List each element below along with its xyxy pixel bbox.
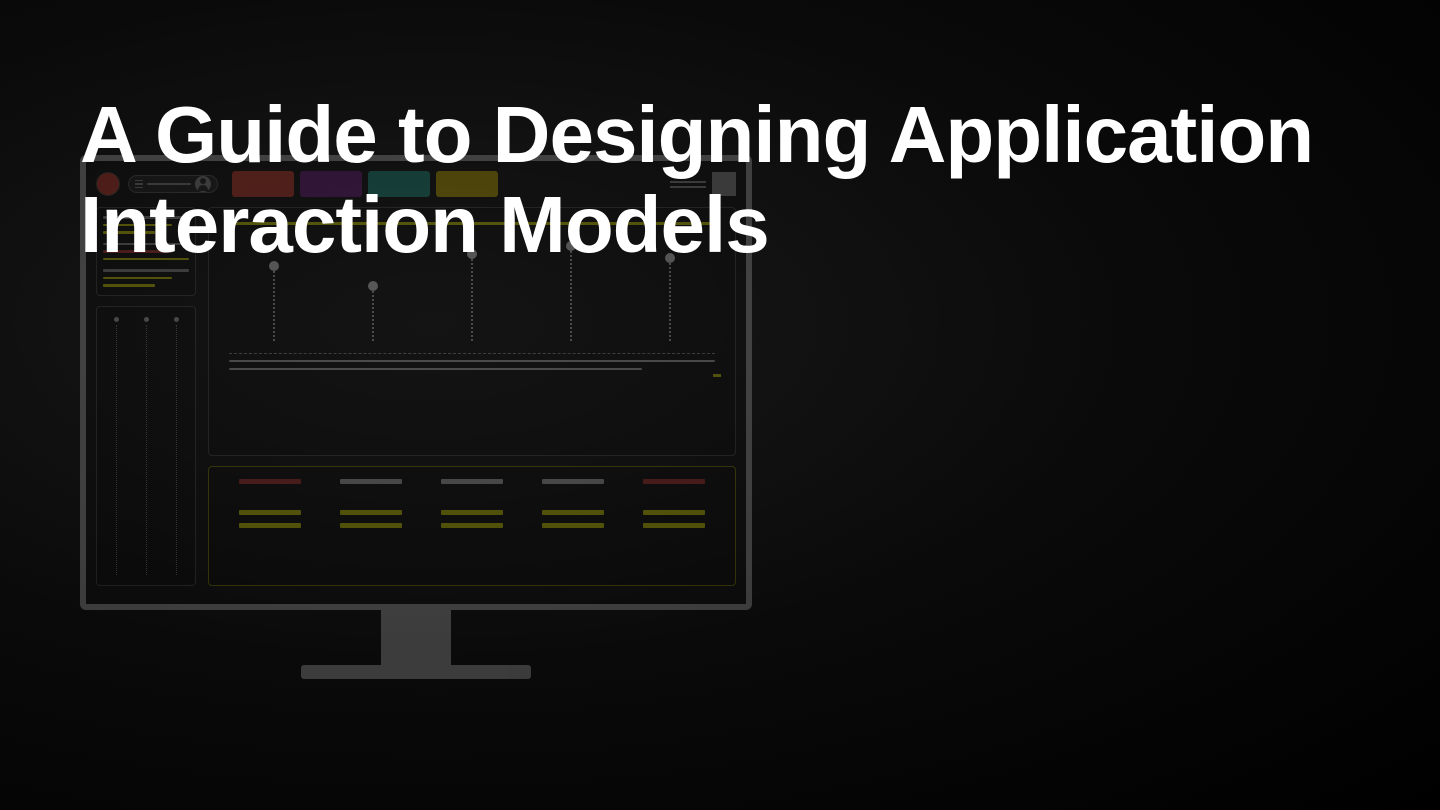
data-column: [441, 479, 503, 573]
data-column: [542, 479, 604, 573]
chart-baseline: [225, 353, 719, 370]
data-column: [340, 479, 402, 573]
data-column: [643, 479, 705, 573]
data-column: [239, 479, 301, 573]
lollipop: [269, 261, 279, 341]
lollipop: [368, 281, 378, 341]
monitor-base: [301, 665, 531, 679]
axis-tick: [713, 374, 721, 377]
monitor-stand: [381, 610, 451, 665]
bottom-data-card: [208, 466, 736, 586]
page-title: A Guide to Designing Application Interac…: [80, 90, 1440, 269]
sidebar-card-2: [96, 306, 196, 587]
